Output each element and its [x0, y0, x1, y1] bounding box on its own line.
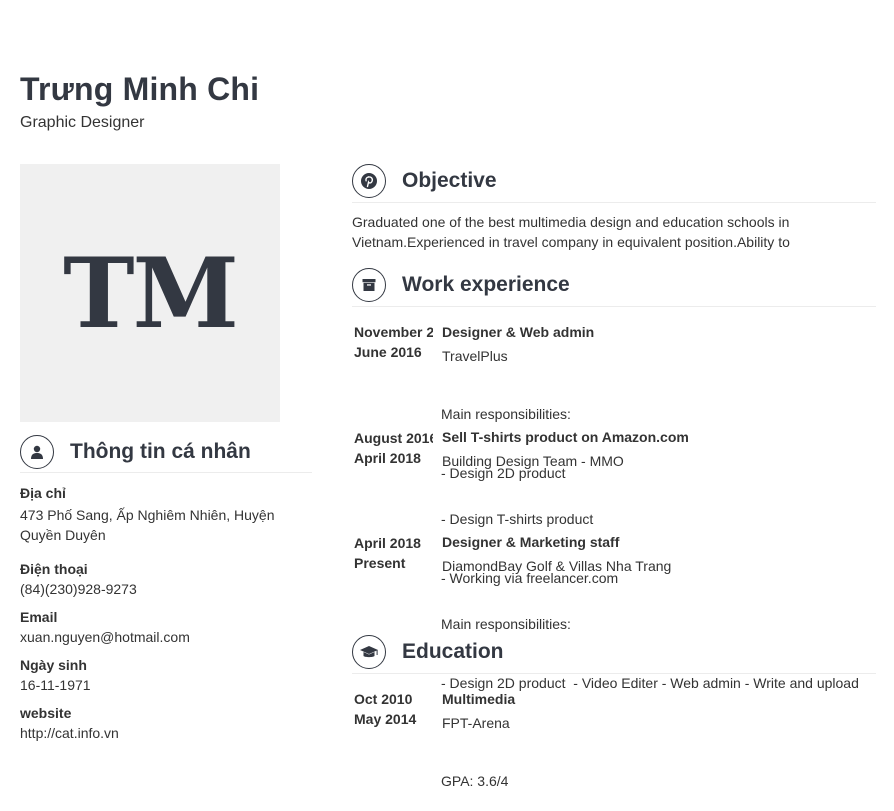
address-label: Địa chỉ — [20, 485, 66, 501]
education-1-detail-line: GPA: 3.6/4 — [441, 773, 509, 789]
objective-heading: Objective — [352, 160, 876, 203]
work-2-title: Sell T-shirts product on Amazon.com — [442, 429, 689, 445]
education-title: Education — [402, 640, 504, 663]
personal-info-heading: Thông tin cá nhân — [20, 431, 312, 473]
website-value: http://cat.info.vn — [20, 725, 119, 741]
work-3-title: Designer & Marketing staff — [442, 534, 620, 550]
work-1-end-date: June 2016 — [354, 344, 422, 360]
work-2-start-date: August 2016 — [354, 430, 433, 446]
work-experience-heading: Work experience — [352, 264, 876, 307]
work-1-start-date: November 2 — [354, 324, 433, 340]
work-1-org: TravelPlus — [442, 348, 508, 364]
address-value: 473 Phố Sang, Ấp Nghiêm Nhiên, Huyện Quy… — [20, 507, 275, 543]
work-2-org: Building Design Team - MMO — [442, 453, 624, 469]
avatar: TM — [20, 164, 280, 422]
education-1-start-date: Oct 2010 — [354, 691, 413, 707]
education-1-title: Multimedia — [442, 691, 516, 707]
objective-title: Objective — [402, 169, 497, 192]
website-label: website — [20, 705, 72, 721]
work-3-end-date: Present — [354, 555, 406, 571]
personal-info-title: Thông tin cá nhân — [70, 439, 251, 463]
objective-text: Graduated one of the best multimedia des… — [352, 214, 790, 250]
work-1-detail-line: Main responsibilities: — [441, 406, 571, 422]
work-3-org: DiamondBay Golf & Villas Nha Trang — [442, 558, 672, 574]
pinterest-icon — [352, 164, 386, 198]
graduation-cap-icon — [352, 635, 386, 669]
avatar-initials: TM — [63, 236, 239, 350]
archive-icon — [352, 268, 386, 302]
education-1-details: GPA: 3.6/4 — [441, 733, 508, 811]
education-1-end-date: May 2014 — [354, 711, 417, 727]
person-icon — [20, 434, 54, 469]
education-1-org: FPT-Arena — [442, 715, 510, 731]
person-name: Trưng Minh Chi — [20, 71, 260, 107]
email-label: Email — [20, 609, 58, 625]
phone-label: Điện thoại — [20, 561, 88, 577]
job-title: Graphic Designer — [20, 114, 145, 131]
phone-value: (84)(230)928-9273 — [20, 581, 137, 597]
birthday-label: Ngày sinh — [20, 657, 87, 673]
education-heading: Education — [352, 631, 876, 674]
work-3-start-date: April 2018 — [354, 535, 421, 551]
work-2-end-date: April 2018 — [354, 450, 421, 466]
work-2-detail-line: - Design T-shirts product — [441, 511, 594, 527]
work-experience-title: Work experience — [402, 273, 570, 296]
work-1-title: Designer & Web admin — [442, 324, 595, 340]
birthday-value: 16-11-1971 — [20, 677, 91, 693]
email-value: xuan.nguyen@hotmail.com — [20, 629, 190, 645]
